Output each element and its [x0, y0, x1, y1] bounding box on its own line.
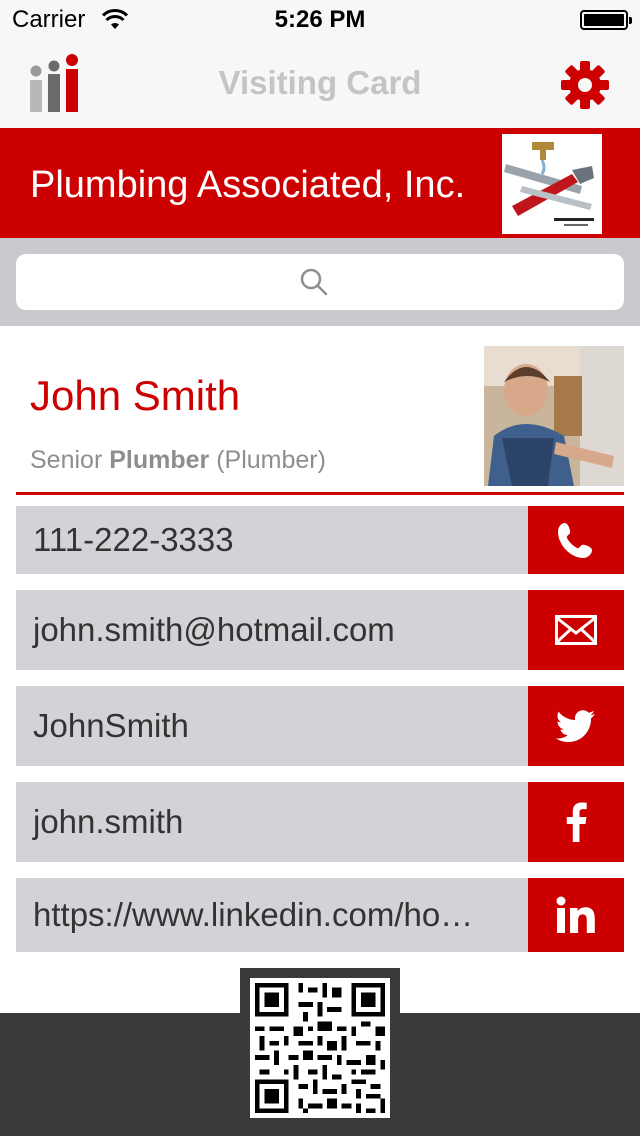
twitter-row[interactable]: JohnSmith — [16, 686, 624, 766]
twitter-icon — [556, 710, 595, 742]
phone-row[interactable]: 111-222-3333 — [16, 506, 624, 574]
call-button[interactable] — [528, 506, 624, 574]
avatar — [484, 346, 624, 486]
clock: 5:26 PM — [274, 6, 366, 33]
battery-icon — [580, 10, 632, 30]
linkedin-row[interactable]: https://www.linkedin.com/ho… — [16, 878, 624, 952]
twitter-handle: JohnSmith — [33, 707, 189, 744]
plumbing-tools-icon — [502, 134, 602, 234]
contact-name: John Smith — [30, 372, 241, 419]
search-bar — [0, 238, 640, 326]
facebook-username: john.smith — [33, 803, 184, 840]
profile-photo — [484, 346, 624, 486]
facebook-row[interactable]: john.smith — [16, 782, 624, 862]
linkedin-icon — [556, 896, 595, 933]
status-bar: Carrier 5:26 PM — [0, 0, 640, 40]
company-banner: Plumbing Associated, Inc. — [0, 128, 640, 238]
twitter-button[interactable] — [528, 686, 624, 766]
linkedin-url: https://www.linkedin.com/ho… — [33, 896, 474, 933]
job-title-role: Plumber — [109, 446, 210, 474]
search-icon — [300, 268, 328, 296]
company-name: Plumbing Associated, Inc. — [30, 164, 466, 206]
job-title-category: (Plumber) — [216, 446, 326, 474]
gear-icon[interactable] — [560, 60, 610, 110]
job-title-level: Senior — [30, 446, 103, 474]
navigation-bar: Visiting Card — [0, 40, 640, 128]
qr-code-icon — [250, 978, 390, 1118]
qr-code — [240, 968, 400, 1128]
linkedin-button[interactable] — [528, 878, 624, 952]
search-input[interactable] — [16, 254, 624, 310]
facebook-icon — [566, 802, 587, 842]
phone-number: 111-222-3333 — [33, 521, 234, 558]
email-button[interactable] — [528, 590, 624, 670]
job-title: Senior Plumber (Plumber) — [30, 446, 326, 475]
phone-icon — [558, 523, 592, 558]
email-icon — [555, 615, 597, 645]
facebook-button[interactable] — [528, 782, 624, 862]
email-address: john.smith@hotmail.com — [33, 611, 395, 648]
page-title: Visiting Card — [218, 64, 422, 101]
email-row[interactable]: john.smith@hotmail.com — [16, 590, 624, 670]
company-logo — [502, 134, 602, 234]
profile-divider — [16, 492, 624, 495]
